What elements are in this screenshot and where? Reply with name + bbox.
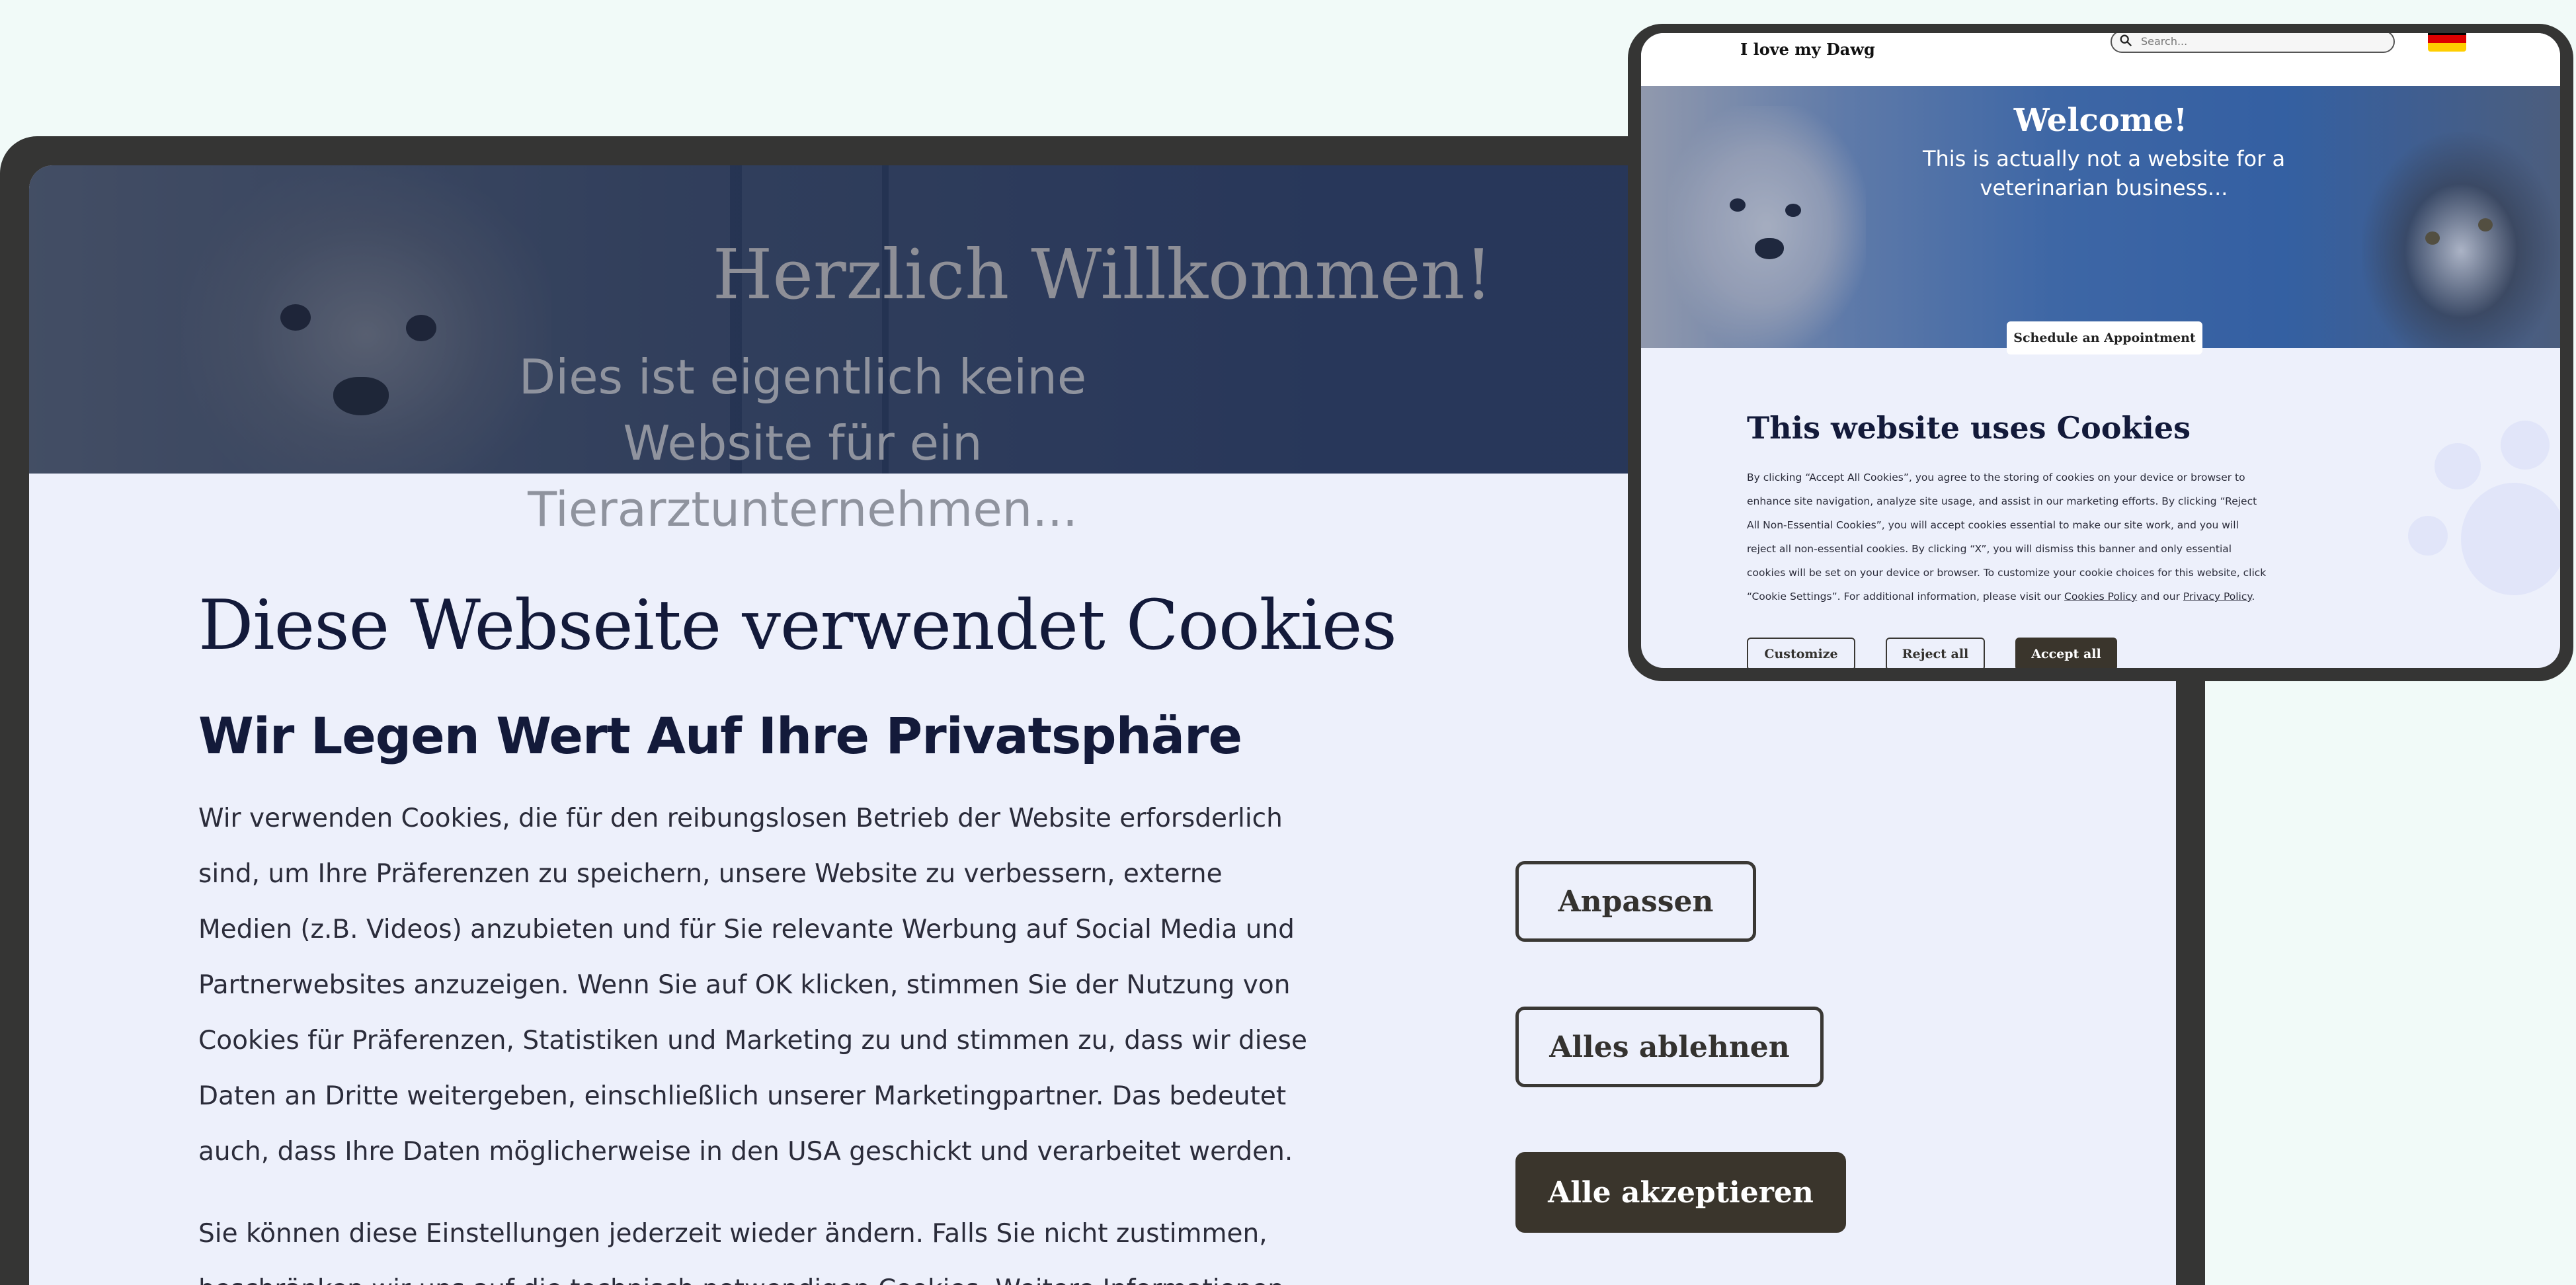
german-flag-icon[interactable] bbox=[2428, 33, 2466, 52]
search-input[interactable] bbox=[2141, 33, 2379, 49]
hero-subtitle-small: This is actually not a website for a vet… bbox=[1922, 146, 2286, 200]
reject-all-button[interactable]: Alles ablehnen bbox=[1515, 1007, 1824, 1087]
sentence-end: . bbox=[2251, 591, 2255, 602]
small-device-screen: I love my Dawg Search... Welcome! This i… bbox=[1641, 33, 2560, 668]
cookie-banner-title-small: This website uses Cookies bbox=[1747, 410, 2191, 446]
small-device-frame: I love my Dawg Search... Welcome! This i… bbox=[1628, 24, 2573, 681]
paw-toe-2 bbox=[2501, 421, 2550, 470]
cookie-banner-text-2: Sie können diese Einstellungen jederzeit… bbox=[198, 1219, 1284, 1285]
search-icon bbox=[2120, 34, 2132, 47]
cookies-policy-link[interactable]: Cookies Policy bbox=[2064, 591, 2137, 602]
accept-all-button[interactable]: Alle akzeptieren bbox=[1515, 1152, 1846, 1233]
cookie-banner-subtitle: Wir Legen Wert Auf Ihre Privatsphäre bbox=[198, 706, 1242, 765]
cookie-banner-text: Wir verwenden Cookies, die für den reibu… bbox=[198, 804, 1307, 1167]
brand-logo-text[interactable]: I love my Dawg bbox=[1740, 40, 1875, 59]
paw-toe-3 bbox=[2408, 516, 2448, 556]
cookie-banner-title: Diese Webseite verwendet Cookies bbox=[198, 585, 1397, 665]
cookie-banner-text-small: By clicking “Accept All Cookies”, you ag… bbox=[1747, 466, 2269, 608]
schedule-appointment-button[interactable]: Schedule an Appointment bbox=[2007, 321, 2202, 354]
customize-button[interactable]: Anpassen bbox=[1515, 861, 1756, 942]
between-links-text: and our bbox=[2140, 591, 2180, 602]
cookie-banner-body: By clicking “Accept All Cookies”, you ag… bbox=[1747, 472, 2267, 602]
navbar: I love my Dawg bbox=[1641, 33, 2560, 86]
customize-button-small[interactable]: Customize bbox=[1747, 638, 1855, 668]
hero-subtitle: Dies ist eigentlich keine Website für ei… bbox=[518, 349, 1087, 537]
paw-print-decoration bbox=[2461, 483, 2560, 595]
accept-all-button-small[interactable]: Accept all bbox=[2015, 638, 2117, 668]
reject-all-button-small[interactable]: Reject all bbox=[1886, 638, 1985, 668]
hero-title-small: Welcome! bbox=[2013, 102, 2188, 139]
search-bar[interactable] bbox=[2111, 33, 2395, 53]
privacy-policy-link[interactable]: Privacy Policy bbox=[2183, 591, 2251, 602]
paw-toe-1 bbox=[2435, 443, 2481, 489]
